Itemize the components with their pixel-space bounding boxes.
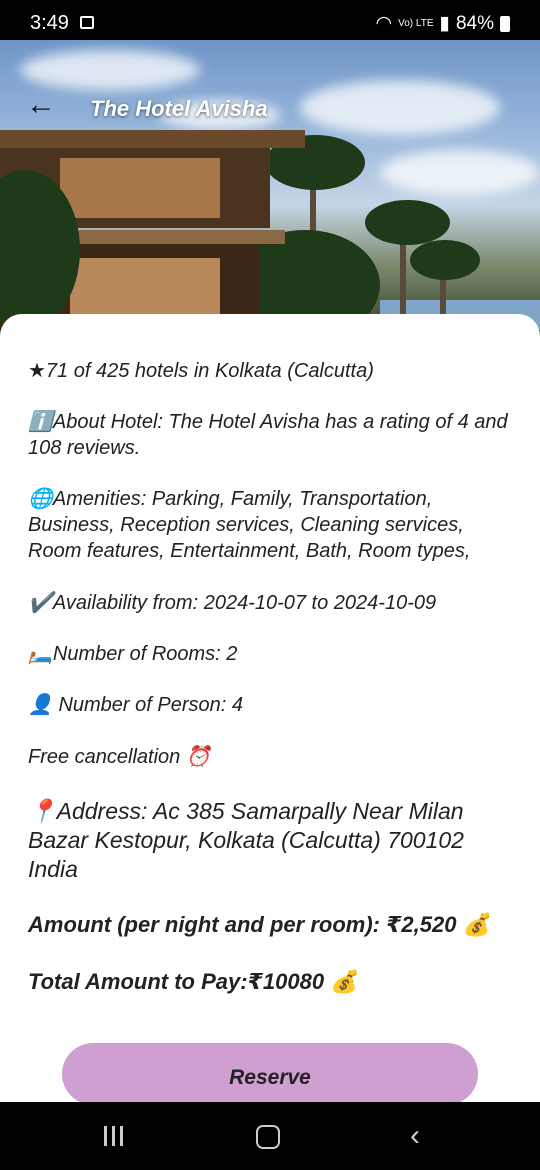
reserve-button[interactable]: Reserve — [62, 1043, 478, 1105]
hotel-hero-image — [0, 40, 540, 340]
amenities: 🌐Amenities: Parking, Family, Transportat… — [28, 488, 471, 562]
recents-icon[interactable] — [104, 1126, 126, 1146]
hotel-title: The Hotel Avisha — [90, 96, 268, 121]
battery-icon — [500, 15, 510, 32]
amount-per-night: Amount (per night and per room): ₹2,520 … — [28, 912, 490, 937]
hotel-rank: ★71 of 425 hotels in Kolkata (Calcutta) — [28, 360, 374, 382]
number-of-persons: 👤 Number of Person: 4 — [28, 694, 243, 716]
nav-back-icon[interactable]: ‹ — [410, 1121, 420, 1151]
home-icon[interactable] — [256, 1125, 280, 1149]
about-hotel: ℹ️About Hotel: The Hotel Avisha has a ra… — [28, 411, 508, 459]
gallery-icon — [80, 16, 94, 29]
total-amount: Total Amount to Pay:₹10080 💰 — [28, 969, 358, 994]
hotel-address: 📍Address: Ac 385 Samarpally Near Milan B… — [28, 798, 464, 882]
status-indicators: ◠ Vo) LTE ▮ 84% — [376, 12, 510, 35]
wifi-icon: ◠ — [375, 13, 393, 34]
availability: ✔️Availability from: 2024-10-07 to 2024-… — [28, 592, 437, 614]
free-cancellation: Free cancellation ⏰ — [28, 746, 211, 768]
battery-label: 84% — [455, 12, 494, 34]
lte-label: Vo) LTE — [398, 17, 434, 29]
number-of-rooms: 🛏️Number of Rooms: 2 — [28, 643, 238, 665]
status-time: 3:49 — [30, 12, 69, 34]
navigation-bar: ‹ — [0, 1102, 540, 1170]
back-arrow-icon[interactable]: ← — [26, 90, 56, 120]
signal-icon: ▮ — [439, 13, 450, 34]
